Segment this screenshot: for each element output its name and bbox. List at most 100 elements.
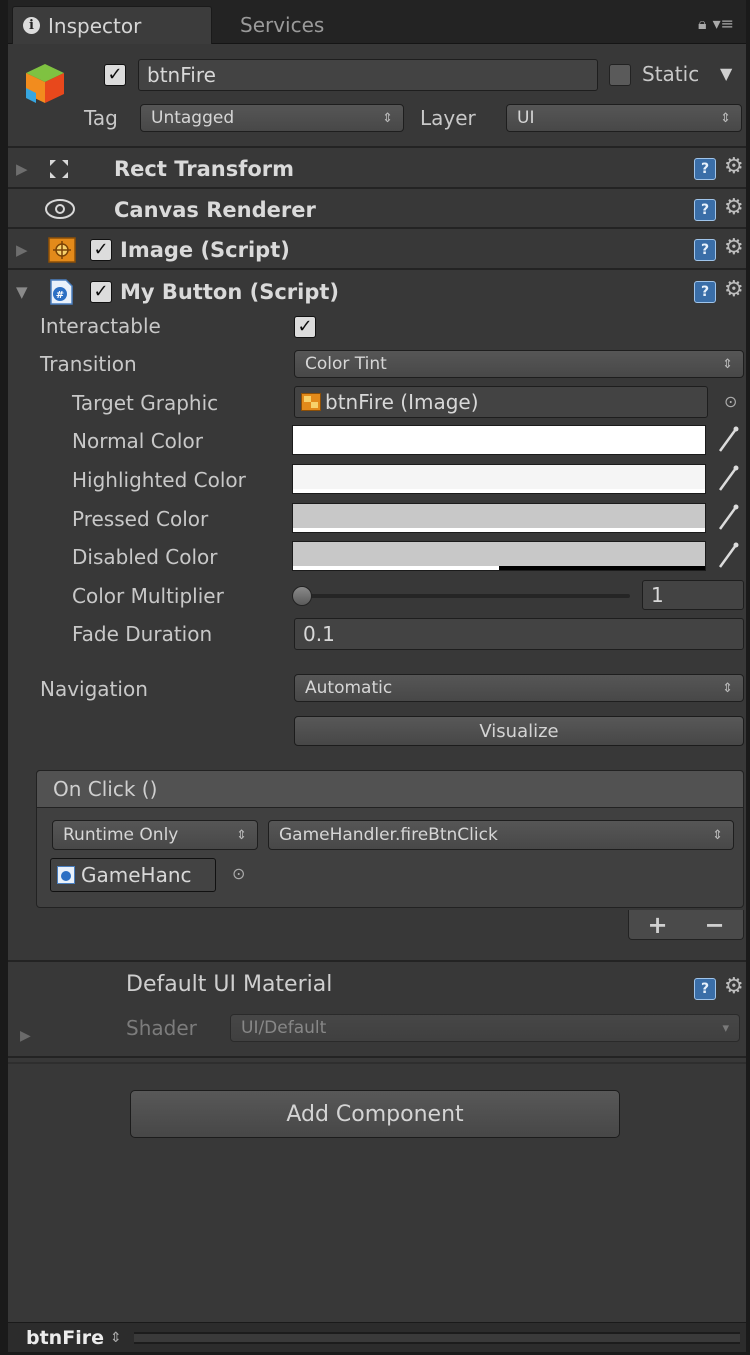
divider (8, 960, 746, 962)
gear-icon[interactable]: ⚙︎ (724, 237, 744, 259)
chevron-updown-icon: ⇕ (720, 110, 731, 126)
chevron-updown-icon: ⇕ (722, 680, 733, 696)
shader-label: Shader (126, 1016, 197, 1040)
component-enabled-checkbox[interactable]: ✓ (90, 281, 112, 303)
component-enabled-checkbox[interactable]: ✓ (90, 239, 112, 261)
help-icon[interactable]: ? (694, 239, 716, 261)
shader-dropdown[interactable]: UI/Default ▾ (230, 1014, 740, 1042)
disabled-color-swatch[interactable] (292, 541, 706, 571)
chevron-updown-icon[interactable]: ⇕ (110, 1330, 122, 1346)
layer-dropdown[interactable]: UI ⇕ (506, 104, 742, 132)
tab-services[interactable]: Services (230, 6, 370, 44)
transition-value: Color Tint (305, 354, 387, 374)
highlighted-color-label: Highlighted Color (72, 468, 246, 492)
color-multiplier-label: Color Multiplier (72, 584, 224, 608)
foldout-arrow-icon[interactable]: ▶ (16, 241, 28, 259)
component-canvas-renderer[interactable]: Canvas Renderer ? ⚙︎ (8, 191, 746, 229)
svg-text:#: # (56, 290, 64, 301)
eyedropper-icon[interactable] (716, 426, 740, 454)
help-icon[interactable]: ? (694, 281, 716, 303)
fade-duration-input[interactable]: 0.1 (294, 618, 744, 650)
gear-icon[interactable]: ⚙︎ (724, 156, 744, 178)
add-listener-button[interactable]: + (647, 911, 667, 939)
material-name: Default UI Material (126, 972, 333, 997)
alpha-bar (293, 528, 705, 532)
window-frame-left (0, 0, 8, 1355)
normal-color-swatch[interactable] (292, 425, 706, 455)
tag-value: Untagged (151, 108, 235, 128)
window-frame-right (746, 0, 750, 1355)
help-icon[interactable]: ? (694, 158, 716, 180)
preview-object-name[interactable]: btnFire (26, 1327, 104, 1349)
eyedropper-icon[interactable] (716, 465, 740, 493)
divider (8, 268, 746, 270)
static-checkbox[interactable] (609, 64, 631, 86)
eye-icon (45, 199, 75, 219)
divider (8, 187, 746, 189)
gear-icon[interactable]: ⚙︎ (724, 197, 744, 219)
component-my-button[interactable]: ▼ # ✓ My Button (Script) ? ⚙︎ (8, 273, 746, 311)
color-multiplier-slider-track[interactable] (300, 594, 630, 598)
gameobject-active-checkbox[interactable]: ✓ (104, 64, 126, 86)
gameobject-cube-icon (26, 64, 64, 103)
lock-icon[interactable]: 🔒︎ (698, 14, 707, 34)
target-object-field[interactable]: GameHanc (50, 858, 216, 892)
menu-icon[interactable]: ▾≡ (713, 14, 734, 34)
divider (8, 146, 746, 148)
component-rect-transform[interactable]: ▶ Rect Transform ? ⚙︎ (8, 150, 746, 188)
function-value: GameHandler.fireBtnClick (279, 825, 498, 845)
runtime-dropdown[interactable]: Runtime Only ⇕ (52, 820, 258, 850)
component-title: My Button (Script) (120, 280, 340, 304)
remove-listener-button[interactable]: − (704, 911, 724, 939)
tag-dropdown[interactable]: Untagged ⇕ (140, 104, 404, 132)
object-picker-icon[interactable]: ⊙ (724, 392, 737, 411)
tab-inspector[interactable]: i Inspector (12, 6, 212, 44)
static-label: Static (642, 62, 700, 86)
component-title: Canvas Renderer (114, 198, 316, 222)
fade-duration-label: Fade Duration (72, 622, 213, 646)
navigation-dropdown[interactable]: Automatic ⇕ (294, 674, 744, 702)
interactable-checkbox[interactable]: ✓ (294, 316, 316, 338)
chevron-updown-icon: ⇕ (236, 827, 247, 843)
foldout-arrow-icon[interactable]: ▶ (16, 160, 28, 178)
foldout-arrow-icon[interactable]: ▶ (20, 1028, 31, 1044)
disabled-color-label: Disabled Color (72, 545, 218, 569)
highlighted-color-swatch[interactable] (292, 464, 706, 494)
visualize-button[interactable]: Visualize (294, 716, 744, 746)
rect-transform-icon (50, 160, 68, 178)
component-image[interactable]: ▶ ✓ Image (Script) ? ⚙︎ (8, 231, 746, 269)
object-name-input[interactable]: btnFire (138, 59, 598, 91)
color-multiplier-input[interactable]: 1 (642, 580, 744, 610)
gear-icon[interactable]: ⚙︎ (724, 279, 744, 301)
onclick-add-remove: + − (628, 910, 744, 940)
help-icon[interactable]: ? (694, 199, 716, 221)
divider (8, 1062, 746, 1064)
alpha-bar (293, 489, 705, 493)
help-icon[interactable]: ? (694, 978, 716, 1000)
info-icon: i (23, 17, 40, 34)
tab-services-label: Services (240, 13, 325, 37)
interactable-label: Interactable (40, 314, 161, 338)
preview-drag-handle[interactable] (133, 1331, 740, 1344)
pressed-color-label: Pressed Color (72, 507, 209, 531)
gear-icon[interactable]: ⚙︎ (724, 976, 744, 998)
runtime-value: Runtime Only (63, 825, 179, 845)
target-graphic-field[interactable]: btnFire (Image) (294, 386, 708, 418)
foldout-expanded-arrow-icon[interactable]: ▼ (16, 283, 28, 301)
alpha-bar (293, 566, 705, 570)
divider (8, 1056, 746, 1058)
add-component-button[interactable]: Add Component (130, 1090, 620, 1138)
pressed-color-swatch[interactable] (292, 503, 706, 533)
component-title: Image (Script) (120, 238, 290, 262)
eyedropper-icon[interactable] (716, 542, 740, 570)
target-object-value: GameHanc (81, 863, 192, 887)
eyedropper-icon[interactable] (716, 504, 740, 532)
color-multiplier-slider-thumb[interactable] (292, 586, 312, 606)
static-dropdown-arrow-icon[interactable]: ▼ (720, 64, 732, 83)
transition-dropdown[interactable]: Color Tint ⇕ (294, 350, 744, 378)
tab-inspector-label: Inspector (48, 13, 142, 38)
normal-color-label: Normal Color (72, 429, 203, 453)
image-component-icon (301, 393, 321, 411)
function-dropdown[interactable]: GameHandler.fireBtnClick ⇕ (268, 820, 734, 850)
object-picker-icon[interactable]: ⊙ (232, 864, 245, 883)
